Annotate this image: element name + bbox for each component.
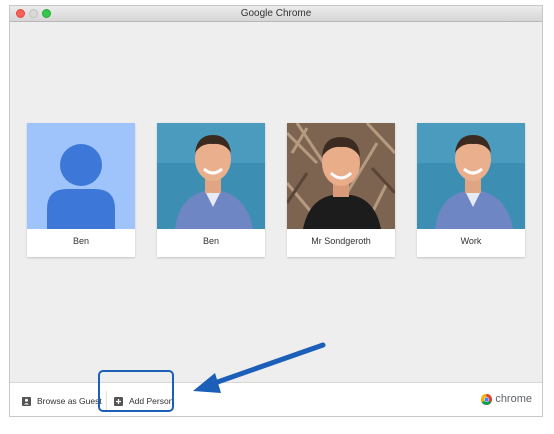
browse-as-guest-button[interactable]: Browse as Guest	[22, 392, 102, 410]
profile-card-ben-photo[interactable]: Ben	[157, 123, 265, 257]
profile-card-work[interactable]: Work	[417, 123, 525, 257]
profile-name: Mr Sondgeroth	[311, 236, 371, 246]
chrome-brand: chrome	[481, 393, 532, 405]
profile-name: Work	[460, 236, 482, 246]
profile-photo	[417, 123, 525, 229]
profile-name: Ben	[72, 236, 89, 246]
add-person-highlight-box	[98, 370, 174, 412]
profile-card-ben-default[interactable]: Ben	[27, 123, 135, 257]
browse-as-guest-label: Browse as Guest	[37, 396, 102, 406]
annotation-arrow-icon	[193, 342, 326, 393]
profile-card-mr-sondgeroth[interactable]: Mr Sondgeroth	[287, 123, 395, 257]
profile-photo	[157, 123, 265, 229]
chrome-brand-label: chrome	[495, 393, 532, 405]
chrome-logo-icon	[481, 393, 493, 405]
default-person-icon	[27, 123, 135, 229]
guest-person-icon	[22, 396, 31, 406]
profile-photo	[287, 123, 395, 229]
window-title: Google Chrome	[240, 8, 312, 19]
profile-name: Ben	[202, 236, 219, 246]
title-bar[interactable]: Google Chrome	[10, 6, 542, 22]
